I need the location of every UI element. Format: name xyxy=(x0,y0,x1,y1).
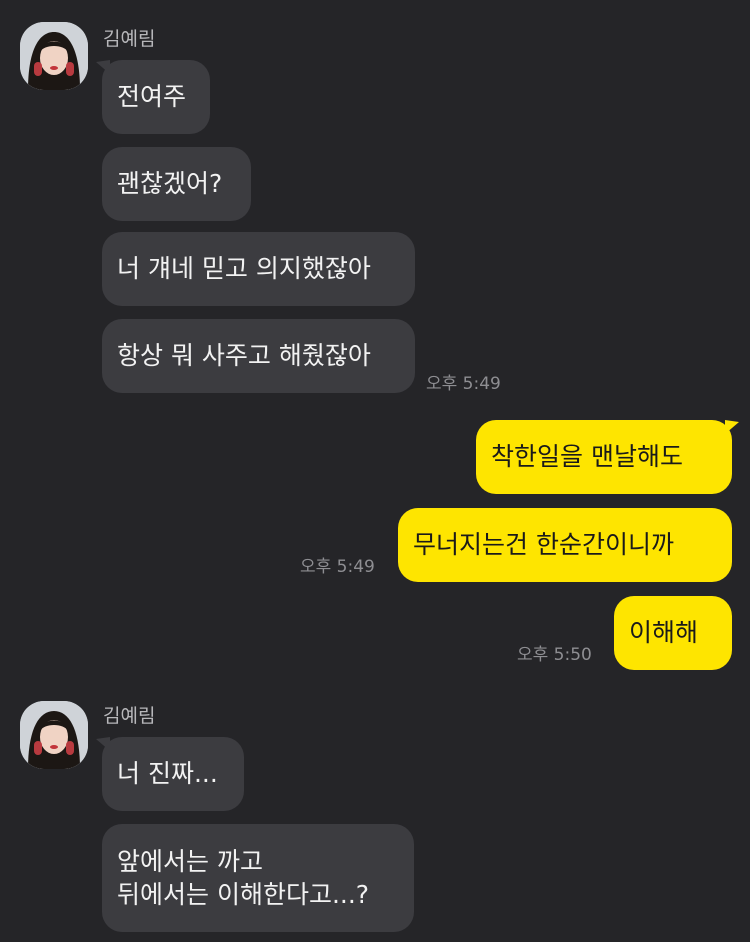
message-bubble-outgoing[interactable]: 무너지는건 한순간이니까 xyxy=(398,508,732,582)
message-bubble[interactable]: 전여주 xyxy=(102,60,210,134)
message-bubble[interactable]: 너 걔네 믿고 의지했잖아 xyxy=(102,232,415,306)
message-time: 오후 5:50 xyxy=(517,645,592,665)
message-bubble-outgoing[interactable]: 착한일을 맨날해도 xyxy=(476,420,732,494)
message-bubble[interactable]: 너 진짜... xyxy=(102,737,244,811)
sender-name: 김예림 xyxy=(103,705,156,727)
avatar[interactable] xyxy=(20,701,88,769)
sender-name: 김예림 xyxy=(103,28,156,50)
profile-photo xyxy=(20,701,88,769)
message-time: 오후 5:49 xyxy=(300,557,375,577)
message-bubble[interactable]: 항상 뭐 사주고 해줬잖아 xyxy=(102,319,415,393)
message-bubble[interactable]: 괜찮겠어? xyxy=(102,147,251,221)
message-time: 오후 5:49 xyxy=(426,374,501,394)
profile-photo xyxy=(20,22,88,90)
message-bubble[interactable]: 앞에서는 까고 뒤에서는 이해한다고...? xyxy=(102,824,414,932)
avatar[interactable] xyxy=(20,22,88,90)
message-bubble-outgoing[interactable]: 이해해 xyxy=(614,596,732,670)
